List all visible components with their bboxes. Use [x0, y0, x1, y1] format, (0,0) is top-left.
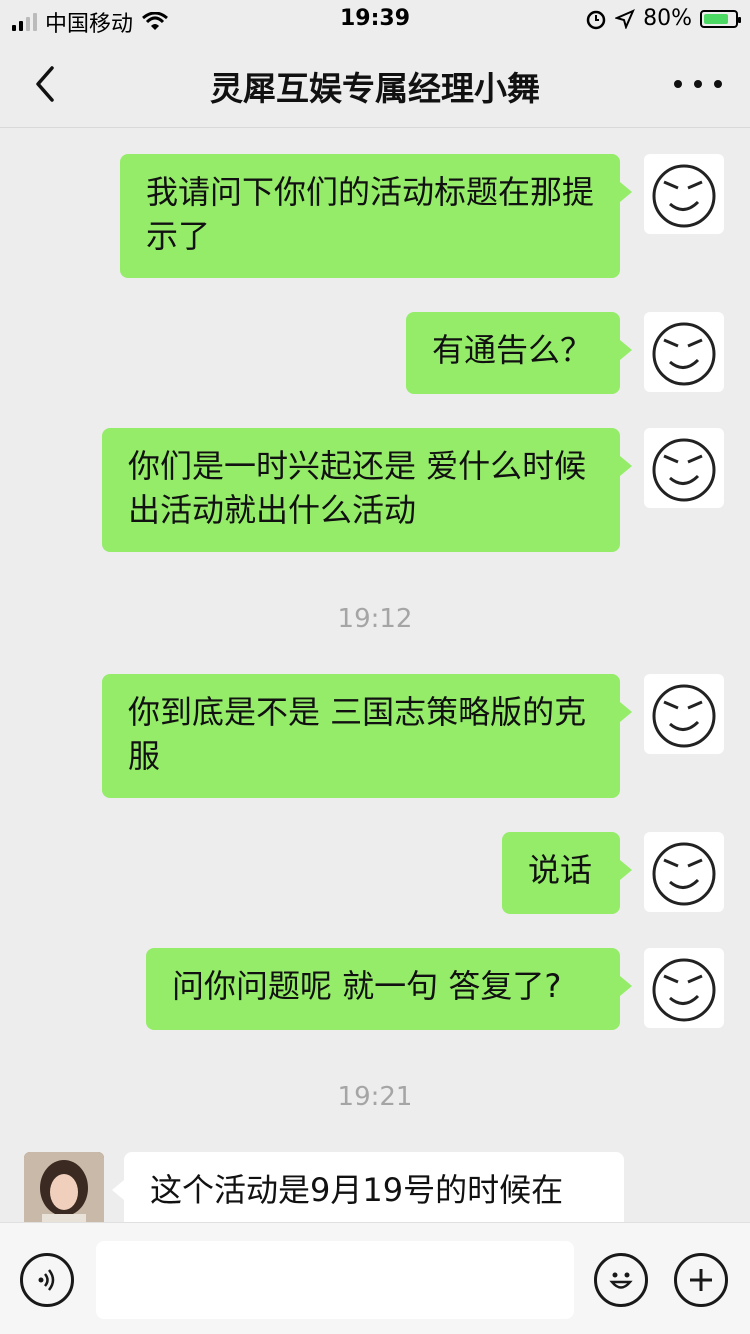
contact-message-bubble[interactable]: 这个活动是9月19号的时候在	[112, 1152, 624, 1222]
plus-button[interactable]	[674, 1253, 728, 1307]
input-bar	[0, 1222, 750, 1334]
message-list[interactable]: 我请问下你们的活动标题在那提示了 有通告么？ 你们是一时兴起还是 爱什么时候出活…	[0, 128, 750, 1222]
chat-header: 灵犀互娱专属经理小舞	[0, 40, 750, 128]
my-avatar[interactable]	[644, 948, 724, 1028]
message-input[interactable]	[96, 1241, 574, 1319]
my-message-bubble[interactable]: 有通告么？	[406, 312, 632, 394]
my-avatar[interactable]	[644, 154, 724, 234]
plus-icon	[690, 1269, 712, 1291]
portrait-avatar-icon	[24, 1152, 104, 1222]
my-message-bubble[interactable]: 说话	[502, 832, 632, 914]
contact-avatar[interactable]	[24, 1152, 104, 1222]
my-avatar[interactable]	[644, 428, 724, 508]
battery-percent: 80%	[643, 6, 692, 31]
status-bar: 中国移动 19:39 80%	[0, 0, 750, 40]
location-icon	[615, 8, 636, 29]
my-avatar[interactable]	[644, 312, 724, 392]
emoji-button[interactable]	[594, 1253, 648, 1307]
my-message-bubble[interactable]: 你到底是不是 三国志策略版的克服	[102, 674, 632, 798]
smiley-avatar-icon	[652, 438, 716, 502]
chat-title: 灵犀互娱专属经理小舞	[210, 69, 540, 108]
more-button[interactable]	[674, 70, 722, 98]
my-message-bubble[interactable]: 问你问题呢 就一句 答复了?	[146, 948, 632, 1030]
timestamp: 19:21	[337, 1082, 413, 1112]
smiley-avatar-icon	[652, 842, 716, 906]
smiley-avatar-icon	[652, 322, 716, 386]
smiley-avatar-icon	[652, 958, 716, 1022]
back-icon	[36, 66, 54, 102]
my-avatar[interactable]	[644, 832, 724, 912]
smiley-avatar-icon	[652, 164, 716, 228]
timestamp: 19:12	[337, 604, 413, 634]
voice-icon	[38, 1269, 55, 1291]
smiley-avatar-icon	[652, 684, 716, 748]
my-message-bubble[interactable]: 我请问下你们的活动标题在那提示了	[120, 154, 632, 278]
my-message-bubble[interactable]: 你们是一时兴起还是 爱什么时候出活动就出什么活动	[102, 428, 632, 552]
battery-icon	[700, 9, 741, 28]
voice-button[interactable]	[20, 1253, 74, 1307]
alarm-icon	[586, 10, 606, 29]
back-button[interactable]	[28, 62, 68, 106]
my-avatar[interactable]	[644, 674, 724, 754]
emoji-icon	[609, 1272, 633, 1289]
more-icon	[674, 80, 682, 88]
